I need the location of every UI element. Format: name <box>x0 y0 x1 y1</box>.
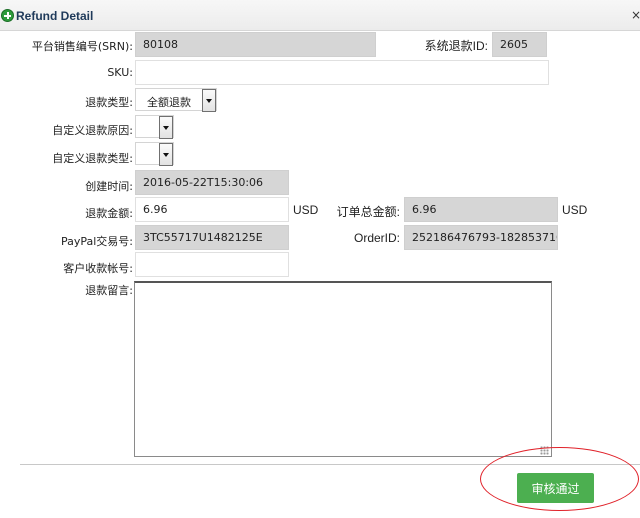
order-id-field: 252186476793-1828537166 <box>404 225 558 250</box>
order-total-field: 6.96 <box>404 197 558 222</box>
order-id-label: OrderID: <box>353 231 400 245</box>
refund-type-select[interactable]: 全额退款 <box>135 88 217 112</box>
sku-input[interactable] <box>135 60 549 85</box>
refund-message-label: 退款留言: <box>85 284 133 297</box>
sku-label: SKU: <box>107 66 133 79</box>
refund-message-textarea[interactable] <box>134 281 552 457</box>
refund-currency: USD <box>293 203 319 217</box>
refund-id-field: 2605 <box>492 32 547 57</box>
custom-type-select[interactable] <box>135 142 174 166</box>
srn-field: 80108 <box>135 32 376 57</box>
custom-reason-label: 自定义退款原因: <box>52 124 133 137</box>
chevron-down-icon[interactable] <box>202 89 216 112</box>
dialog-title: Refund Detail <box>16 9 94 23</box>
dialog-titlebar: Refund Detail × <box>0 0 640 31</box>
custom-type-label: 自定义退款类型: <box>52 152 133 165</box>
customer-account-label: 客户收款帐号: <box>63 262 133 275</box>
close-icon[interactable]: × <box>631 8 640 22</box>
created-time-field: 2016-05-22T15:30:06 <box>135 170 289 195</box>
refund-id-label: 系统退款ID: <box>424 39 488 53</box>
approve-button[interactable]: 审核通过 <box>517 473 594 503</box>
custom-reason-select[interactable] <box>135 115 174 139</box>
srn-label: 平台销售编号(SRN): <box>31 40 133 53</box>
paypal-txn-field: 3TC55717U1482125E <box>135 225 289 250</box>
customer-account-input[interactable] <box>135 252 289 277</box>
refund-type-value: 全额退款 <box>147 96 191 109</box>
refund-type-label: 退款类型: <box>85 96 133 109</box>
refund-amount-input[interactable] <box>135 197 289 222</box>
chevron-down-icon[interactable] <box>159 116 173 139</box>
chevron-down-icon[interactable] <box>159 143 173 166</box>
order-total-currency: USD <box>562 203 588 217</box>
refund-amount-label: 退款金额: <box>85 207 133 220</box>
paypal-txn-label: PayPal交易号: <box>60 235 133 248</box>
created-time-label: 创建时间: <box>85 180 133 193</box>
order-total-label: 订单总金额: <box>336 205 400 219</box>
green-plus-icon <box>1 9 14 22</box>
